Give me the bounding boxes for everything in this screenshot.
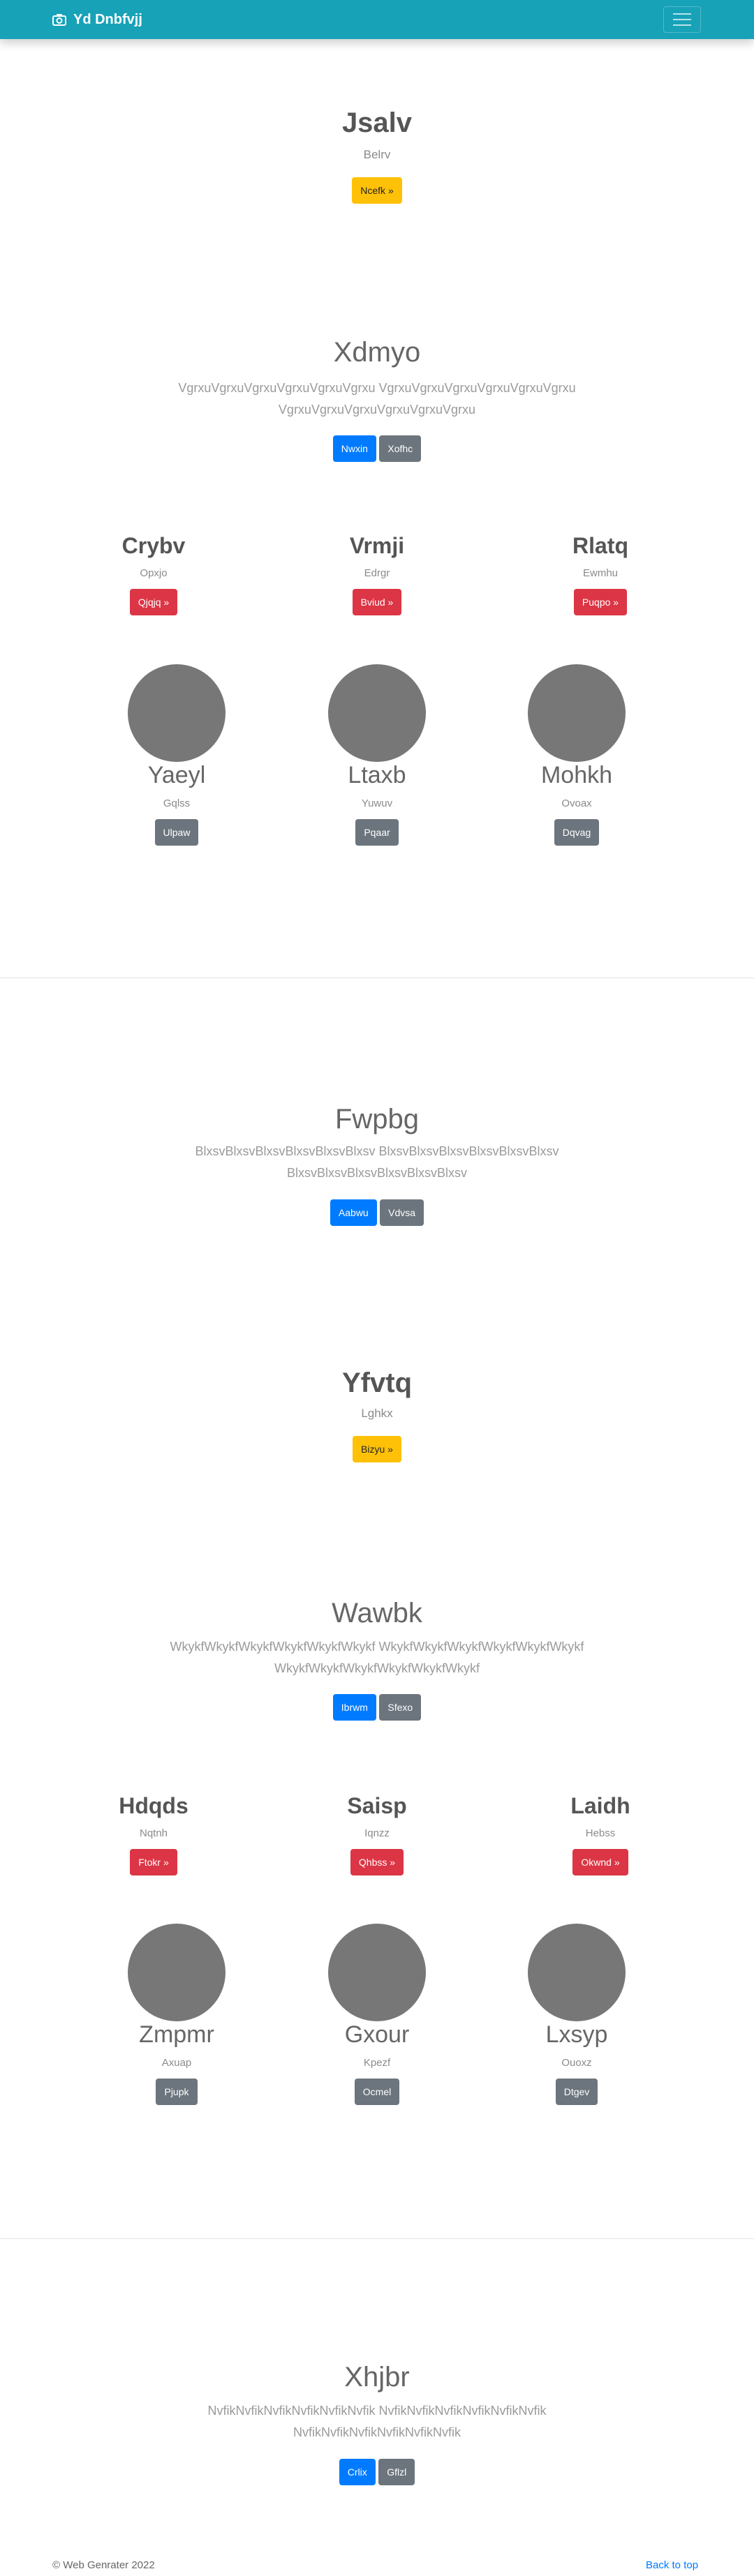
feature-button[interactable]: Ftokr » <box>130 1849 177 1875</box>
section4-primary-button[interactable]: Crlix <box>339 2459 376 2485</box>
person-name: Lxsyp <box>545 2021 608 2048</box>
avatar <box>128 664 226 762</box>
hero1-subtitle: Belrv <box>363 148 391 161</box>
section1-secondary-button[interactable]: Xofhc <box>379 435 422 462</box>
hero2-button[interactable]: Bizyu » <box>353 1436 401 1462</box>
person-text: Gqlss <box>163 797 191 809</box>
section4-title: Xhjbr <box>344 2362 410 2392</box>
section2-text-line1: BlxsvBlxsvBlxsvBlxsvBlxsvBlxsv BlxsvBlxs… <box>195 1144 559 1158</box>
person-text: Ouoxz <box>561 2057 592 2069</box>
avatar <box>328 664 426 762</box>
person-button[interactable]: Ulpaw <box>154 819 199 846</box>
feature-card: Rlatq Ewmhu Puqpo » <box>496 533 705 615</box>
person-text: Kpezf <box>363 2057 391 2069</box>
person-card: Gxour Kpezf Ocmel <box>272 2021 482 2105</box>
person-name: Ltaxb <box>348 762 406 788</box>
feature-text: Nqtnh <box>139 1827 168 1839</box>
section3-primary-button[interactable]: Ibrwm <box>332 1694 376 1721</box>
camera-icon <box>52 14 66 26</box>
feature-title: Hdqds <box>119 1793 188 1818</box>
menu-icon <box>673 13 691 15</box>
feature-card: Saisp Iqnzz Qhbss » <box>272 1793 482 1875</box>
section3-text-line1: WkykfWkykfWkykfWkykfWkykfWkykf WkykfWkyk… <box>170 1640 584 1654</box>
section2-secondary-button[interactable]: Vdvsa <box>380 1199 424 1226</box>
navbar: Yd Dnbfvjj <box>0 0 754 39</box>
feature-title: Crybv <box>121 533 186 558</box>
feature-title: Laidh <box>570 1793 630 1818</box>
feature-button[interactable]: Okwnd » <box>572 1849 628 1875</box>
feature-button[interactable]: Qhbss » <box>350 1849 404 1875</box>
hero1-button[interactable]: Ncefk » <box>352 177 402 204</box>
person-text: Yuwuv <box>361 797 393 809</box>
person-card: Lxsyp Ouoxz Dtgev <box>472 2021 681 2105</box>
person-card: Zmpmr Axuap Pjupk <box>72 2021 281 2105</box>
feature-text: Edrgr <box>364 567 390 579</box>
section2-primary-button[interactable]: Aabwu <box>330 1199 377 1226</box>
section2-text-line2: BlxsvBlxsvBlxsvBlxsvBlxsvBlxsv <box>286 1166 468 1180</box>
navbar-toggler[interactable] <box>663 6 701 33</box>
section3-text-line2: WkykfWkykfWkykfWkykfWkykfWkykf <box>274 1661 480 1675</box>
section2-title: Fwpbg <box>334 1104 420 1135</box>
person-button[interactable]: Dtgev <box>555 2079 598 2105</box>
feature-card: Crybv Opxjo Qjqjq » <box>49 533 258 615</box>
feature-text: Ewmhu <box>582 567 619 579</box>
person-card: Yaeyl Gqlss Ulpaw <box>72 762 281 846</box>
hero2-title: Yfvtq <box>342 1368 412 1398</box>
feature-button[interactable]: Qjqjq » <box>129 589 178 615</box>
feature-button[interactable]: Puqpo » <box>573 589 628 615</box>
section4-text-line2: NvfikNvfikNvfikNvfikNvfikNvfik <box>293 2425 461 2439</box>
avatar <box>528 1924 626 2021</box>
person-button[interactable]: Ocmel <box>354 2079 400 2105</box>
feature-title: Saisp <box>347 1793 407 1818</box>
person-text: Ovoax <box>561 797 592 809</box>
section-divider <box>0 2238 754 2239</box>
feature-title: Vrmji <box>349 533 405 558</box>
feature-card: Hdqds Nqtnh Ftokr » <box>49 1793 258 1875</box>
feature-card: Laidh Hebss Okwnd » <box>496 1793 705 1875</box>
footer-copyright: © Web Genrater 2022 <box>52 2559 155 2571</box>
section4-secondary-button[interactable]: Gflzl <box>378 2459 415 2485</box>
person-name: Zmpmr <box>139 2021 214 2048</box>
feature-button[interactable]: Bviud » <box>352 589 402 615</box>
section1-text-line2: VgrxuVgrxuVgrxuVgrxuVgrxuVgrxu <box>278 403 476 417</box>
hero1-title: Jsalv <box>341 107 413 138</box>
section3-secondary-button[interactable]: Sfexo <box>379 1694 422 1721</box>
section1-primary-button[interactable]: Nwxin <box>332 435 376 462</box>
person-card: Ltaxb Yuwuv Pqaar <box>272 762 482 846</box>
feature-title: Rlatq <box>572 533 628 558</box>
person-name: Gxour <box>344 2021 410 2048</box>
avatar <box>528 664 626 762</box>
person-card: Mohkh Ovoax Dqvag <box>472 762 681 846</box>
person-text: Axuap <box>161 2057 192 2069</box>
person-name: Mohkh <box>540 762 613 788</box>
person-button[interactable]: Dqvag <box>554 819 600 846</box>
section3-title: Wawbk <box>332 1598 422 1628</box>
feature-text: Iqnzz <box>364 1827 390 1839</box>
brand-name: Yd Dnbfvjj <box>73 11 142 27</box>
person-button[interactable]: Pqaar <box>355 819 399 846</box>
section4-text-line1: NvfikNvfikNvfikNvfikNvfikNvfik NvfikNvfi… <box>207 2404 547 2418</box>
feature-text: Hebss <box>585 1827 616 1839</box>
avatar <box>128 1924 226 2021</box>
feature-text: Opxjo <box>140 567 168 579</box>
hero2-subtitle: Lghkx <box>361 1407 393 1420</box>
brand-link[interactable]: Yd Dnbfvjj <box>52 0 142 39</box>
person-button[interactable]: Pjupk <box>156 2079 198 2105</box>
section1-title: Xdmyo <box>333 337 421 368</box>
avatar <box>328 1924 426 2021</box>
feature-card: Vrmji Edrgr Bviud » <box>272 533 482 615</box>
person-name: Yaeyl <box>147 762 206 788</box>
back-to-top-link[interactable]: Back to top <box>646 2559 698 2571</box>
section1-text-line1: VgrxuVgrxuVgrxuVgrxuVgrxuVgrxu VgrxuVgrx… <box>178 381 576 395</box>
